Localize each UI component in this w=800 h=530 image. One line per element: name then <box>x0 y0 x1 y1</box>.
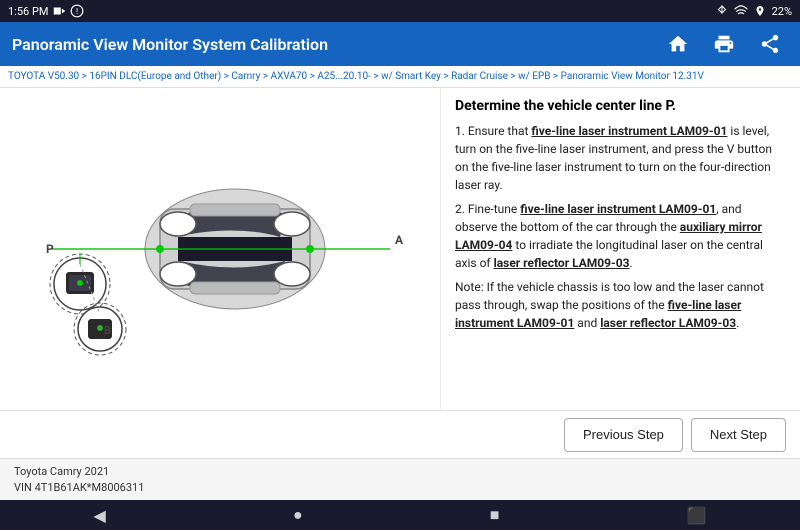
export-button[interactable] <box>752 28 788 60</box>
instruction-panel: Determine the vehicle center line P. 1. … <box>440 88 800 410</box>
title-bar: Panoramic View Monitor System Calibratio… <box>0 22 800 66</box>
svg-text:B: B <box>104 324 111 337</box>
vehicle-make: Toyota Camry 2021 <box>14 464 144 479</box>
ref-lam09-04: auxiliary mirror LAM09-04 <box>455 220 762 252</box>
title-icon-group <box>660 28 788 60</box>
media-icon <box>52 4 66 18</box>
status-time: 1:56 PM ! <box>8 4 84 18</box>
nav-recents-button[interactable]: ■ <box>490 505 500 525</box>
nav-cast-button[interactable]: ⬛ <box>686 506 706 525</box>
button-row: Previous Step Next Step <box>0 410 800 458</box>
previous-step-button[interactable]: Previous Step <box>564 418 683 452</box>
vehicle-info: Toyota Camry 2021 VIN 4T1B61AK*M8006311 <box>14 464 144 495</box>
status-right: 22% <box>716 4 792 18</box>
ref-lam09-01-p1: five-line laser instrument LAM09-01 <box>531 124 727 138</box>
main-content: P A B Determine the vehicle center line … <box>0 88 800 410</box>
ref-lam09-03-a: laser reflector LAM09-03 <box>494 256 630 270</box>
page-title: Panoramic View Monitor System Calibratio… <box>12 35 328 54</box>
time-display: 1:56 PM <box>8 5 48 18</box>
location-icon <box>754 4 766 18</box>
nav-back-button[interactable]: ◀ <box>94 506 106 525</box>
bottom-bar: Toyota Camry 2021 VIN 4T1B61AK*M8006311 <box>0 458 800 500</box>
car-top-view-svg: P A B <box>20 109 420 389</box>
breadcrumb: TOYOTA V50.30 > 16PIN DLC(Europe and Oth… <box>0 66 800 88</box>
instruction-para1: 1. Ensure that five-line laser instrumen… <box>455 122 786 194</box>
instruction-para3: Note: If the vehicle chassis is too low … <box>455 278 786 332</box>
nav-home-button[interactable]: ● <box>293 505 303 525</box>
battery-display: 22% <box>772 5 792 18</box>
svg-text:!: ! <box>76 6 78 16</box>
vehicle-vin: VIN 4T1B61AK*M8006311 <box>14 480 144 495</box>
next-step-button[interactable]: Next Step <box>691 418 786 452</box>
home-button[interactable] <box>660 28 696 60</box>
wifi-icon <box>734 4 748 18</box>
breadcrumb-text: TOYOTA V50.30 > 16PIN DLC(Europe and Oth… <box>8 71 704 82</box>
svg-text:A: A <box>395 233 404 247</box>
image-panel: P A B <box>0 88 440 410</box>
android-nav-bar: ◀ ● ■ ⬛ <box>0 500 800 530</box>
svg-text:P: P <box>46 242 54 256</box>
instruction-heading: Determine the vehicle center line P. <box>455 98 786 114</box>
print-button[interactable] <box>706 28 742 60</box>
ref-lam09-01-p2: five-line laser instrument LAM09-01 <box>520 202 716 216</box>
status-bar: 1:56 PM ! 22% <box>0 0 800 22</box>
warning-icon: ! <box>70 4 84 18</box>
instruction-para2: 2. Fine-tune five-line laser instrument … <box>455 200 786 272</box>
bluetooth-icon <box>716 4 728 18</box>
car-diagram: P A B <box>20 109 420 389</box>
ref-lam09-03-b: laser reflector LAM09-03 <box>600 316 736 330</box>
